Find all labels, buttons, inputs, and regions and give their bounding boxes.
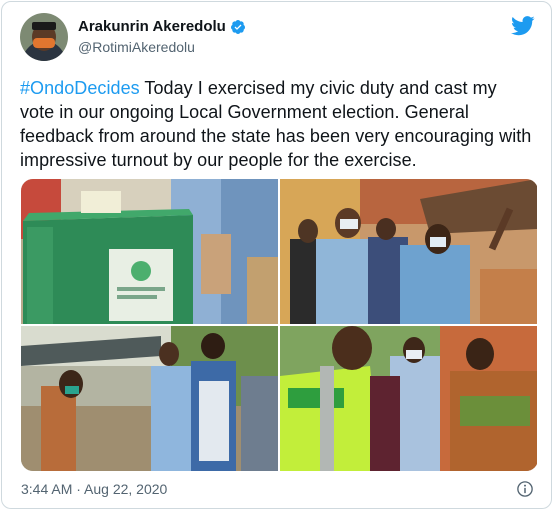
author-display-name[interactable]: Arakunrin Akeredolu (78, 18, 226, 35)
tweet-card[interactable]: Arakunrin Akeredolu @RotimiAkeredolu #On… (1, 1, 552, 509)
officials-photo[interactable] (280, 326, 537, 471)
avatar[interactable] (20, 13, 68, 61)
verified-badge-icon (230, 19, 245, 34)
tweet-timestamp[interactable]: 3:44 AM · Aug 22, 2020 (21, 481, 167, 497)
tweet-text: #OndoDecides Today I exercised my civic … (20, 76, 535, 172)
ballot-box-photo[interactable] (21, 179, 278, 324)
crowd-photo[interactable] (280, 179, 537, 324)
hashtag-link[interactable]: #OndoDecides (20, 78, 140, 98)
info-icon[interactable] (516, 480, 534, 498)
author-name-row[interactable]: Arakunrin Akeredolu (78, 18, 246, 35)
twitter-bird-icon[interactable] (511, 16, 535, 36)
media-grid[interactable] (21, 179, 538, 471)
walking-photo[interactable] (21, 326, 278, 471)
author-handle[interactable]: @RotimiAkeredolu (78, 39, 195, 55)
